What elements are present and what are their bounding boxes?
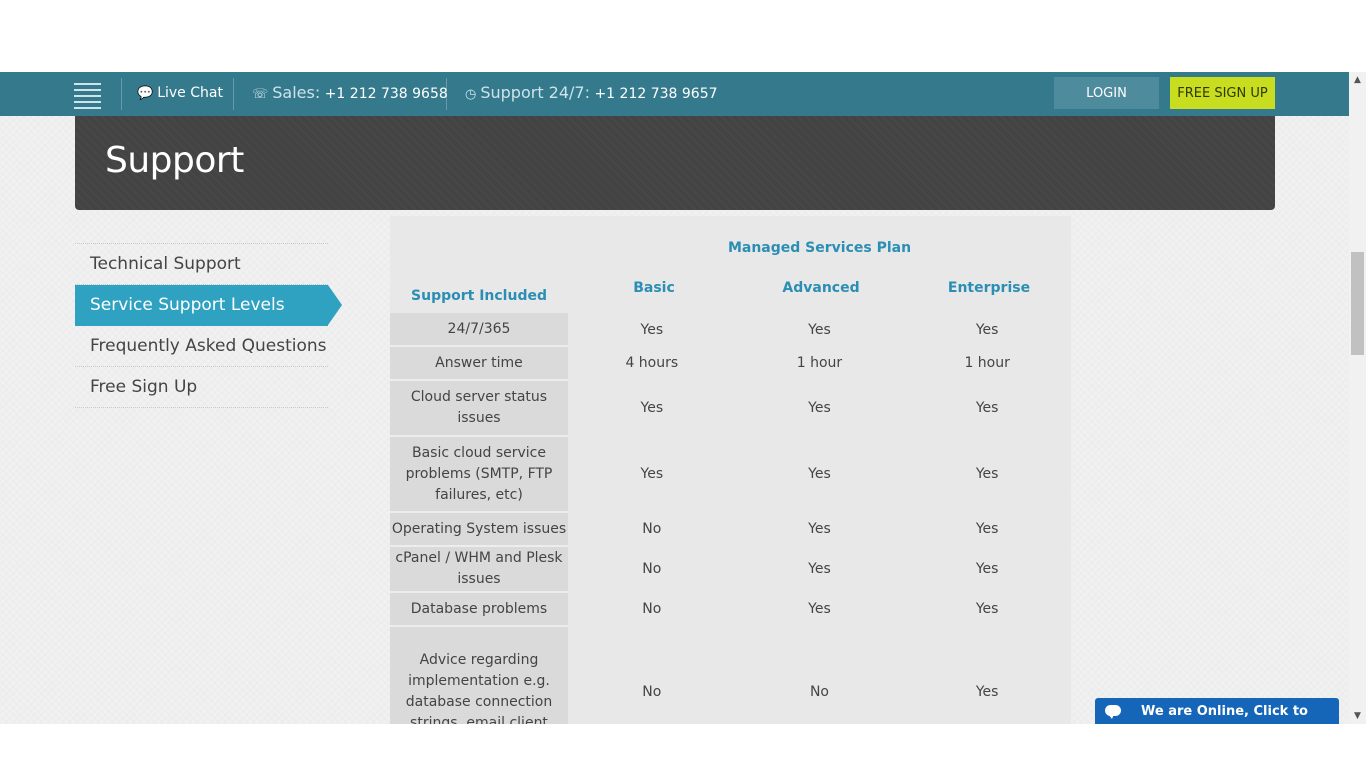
table-row: cPanel / WHM and Plesk issues No Yes Yes bbox=[390, 546, 1071, 593]
row-label: Basic cloud service problems (SMTP, FTP … bbox=[390, 436, 568, 513]
live-chat-widget[interactable]: We are Online, Click to Chat bbox=[1095, 698, 1339, 747]
support-levels-table: Managed Services Plan Support Included B… bbox=[390, 216, 1071, 724]
table-row: Basic cloud service problems (SMTP, FTP … bbox=[390, 436, 1071, 513]
row-label-text: cPanel / WHM and Plesk issues bbox=[395, 550, 563, 587]
scroll-up-arrow-icon[interactable]: ▲ bbox=[1349, 72, 1366, 88]
cell-enterprise: Yes bbox=[975, 321, 999, 338]
table-row: Advice regarding implementation e.g. dat… bbox=[390, 626, 1071, 724]
vertical-scrollbar[interactable]: ▲ ▼ bbox=[1349, 72, 1366, 724]
column-header-enterprise: Enterprise bbox=[947, 280, 1031, 296]
table-row: Cloud server status issues Yes Yes Yes bbox=[390, 380, 1071, 437]
sales-label: Sales: bbox=[272, 83, 321, 102]
speech-bubble-icon bbox=[1105, 705, 1121, 719]
sidebar-item-free-sign-up[interactable]: Free Sign Up bbox=[75, 367, 328, 408]
table-row: 24/7/365 Yes Yes Yes bbox=[390, 313, 1071, 347]
chat-widget-label: We are Online, Click to Chat bbox=[1141, 704, 1308, 747]
row-label-text: Basic cloud service problems (SMTP, FTP … bbox=[405, 444, 553, 503]
row-label-text: Cloud server status issues bbox=[410, 389, 548, 426]
support-grid: 24/7/365 Yes Yes Yes Answer time 4 hours 1 hou… bbox=[390, 313, 1071, 724]
table-row: Answer time 4 hours 1 hour 1 hour bbox=[390, 346, 1071, 381]
column-header-advanced: Advanced bbox=[782, 280, 860, 296]
login-button[interactable]: LOGIN bbox=[1054, 77, 1159, 109]
scrollbar-thumb[interactable] bbox=[1351, 252, 1364, 355]
scroll-down-arrow-icon[interactable]: ▼ bbox=[1349, 708, 1366, 724]
cell-basic: No bbox=[642, 561, 662, 577]
cell-advanced: No bbox=[809, 684, 829, 700]
cell-enterprise: 1 hour bbox=[964, 355, 1010, 371]
divider bbox=[446, 78, 447, 110]
cell-enterprise: Yes bbox=[975, 684, 999, 700]
page-viewport: 💬 Live Chat ☏ Sales: +1 212 738 9658 ◷ Supp… bbox=[0, 72, 1349, 724]
cell-basic: No bbox=[642, 601, 662, 617]
cell-advanced: Yes bbox=[808, 561, 831, 577]
cell-advanced: Yes bbox=[808, 321, 831, 338]
table-row: Database problems No Yes Yes bbox=[390, 592, 1071, 627]
phone-icon: ☏ bbox=[252, 87, 269, 102]
sales-phone[interactable]: ☏ Sales: +1 212 738 9658 bbox=[252, 72, 448, 116]
cell-basic: No bbox=[642, 521, 662, 537]
free-signup-button[interactable]: FREE SIGN UP bbox=[1170, 77, 1275, 109]
row-label: Advice regarding implementation e.g. dat… bbox=[390, 626, 568, 724]
chat-bubble-icon: 💬 bbox=[137, 86, 154, 101]
cell-basic: Yes bbox=[640, 400, 664, 416]
cell-advanced: Yes bbox=[808, 466, 831, 482]
cell-enterprise: Yes bbox=[975, 400, 999, 416]
support-included-header: Support Included bbox=[411, 288, 547, 304]
cell-advanced: Yes bbox=[808, 521, 831, 537]
column-header-basic: Basic bbox=[633, 280, 675, 296]
sales-number: +1 212 738 9658 bbox=[324, 86, 448, 102]
support-label: Support 24/7: bbox=[480, 83, 590, 102]
cell-enterprise: Yes bbox=[975, 521, 999, 537]
cell-basic: No bbox=[642, 684, 662, 700]
table-row: Operating System issues No Yes Yes bbox=[390, 512, 1071, 547]
cell-advanced: Yes bbox=[808, 400, 831, 416]
row-label: Cloud server status issues bbox=[390, 380, 568, 437]
sidebar-item-service-support-levels[interactable]: Service Support Levels bbox=[75, 285, 342, 326]
cell-enterprise: Yes bbox=[975, 561, 999, 577]
support-number: +1 212 738 9657 bbox=[594, 86, 718, 102]
support-24-icon: ◷ bbox=[465, 87, 477, 102]
cell-basic: 4 hours bbox=[625, 355, 679, 371]
divider bbox=[121, 78, 122, 110]
sidebar-item-technical-support[interactable]: Technical Support bbox=[75, 243, 328, 285]
cell-basic: Yes bbox=[640, 466, 664, 482]
cell-enterprise: Yes bbox=[975, 466, 999, 482]
cell-basic: Yes bbox=[640, 321, 664, 338]
cell-enterprise: Yes bbox=[975, 601, 999, 617]
hamburger-menu-icon[interactable] bbox=[74, 81, 101, 109]
live-chat-label: Live Chat bbox=[157, 85, 223, 101]
plan-title: Managed Services Plan bbox=[727, 240, 912, 256]
row-label: Database problems bbox=[390, 592, 568, 627]
row-label: 24/7/365 bbox=[390, 313, 568, 347]
page-header-banner: Support bbox=[75, 116, 1275, 210]
sidebar-item-faq[interactable]: Frequently Asked Questions bbox=[75, 326, 328, 367]
live-chat-link[interactable]: 💬 Live Chat bbox=[137, 72, 223, 116]
row-label-text: Advice regarding implementation e.g. dat… bbox=[405, 652, 553, 724]
cell-advanced: 1 hour bbox=[796, 355, 843, 371]
row-label: Operating System issues bbox=[390, 512, 568, 547]
sidebar-nav: Technical Support Service Support Levels… bbox=[75, 243, 345, 408]
page-title: Support bbox=[105, 140, 244, 181]
row-label: Answer time bbox=[390, 346, 568, 381]
cell-advanced: Yes bbox=[808, 601, 831, 617]
divider bbox=[233, 78, 234, 110]
top-bar: 💬 Live Chat ☏ Sales: +1 212 738 9658 ◷ Supp… bbox=[0, 72, 1349, 116]
row-label: cPanel / WHM and Plesk issues bbox=[390, 546, 568, 593]
support-phone[interactable]: ◷ Support 24/7: +1 212 738 9657 bbox=[465, 72, 718, 116]
